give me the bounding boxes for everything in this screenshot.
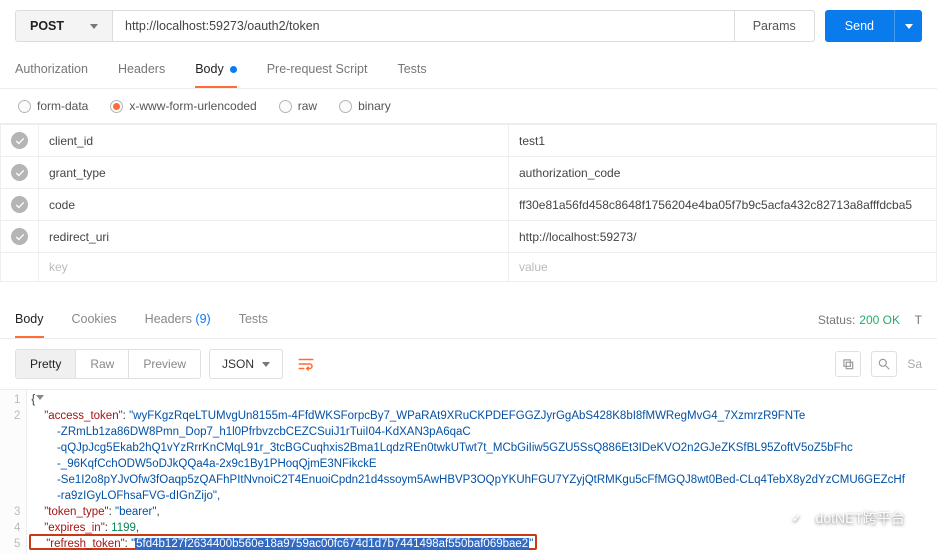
json-line: -qQJpJcg5Ekab2hQ1vYzRrrKnCMqL91r_3tcBGCu…	[31, 440, 933, 456]
resp-tab-body[interactable]: Body	[15, 302, 44, 338]
param-value[interactable]: test1	[509, 125, 937, 157]
json-line: -ZRmLb1za86DW8Pmn_Dop7_h1l0PfrbvzcbCEZCS…	[31, 424, 933, 440]
http-method-select[interactable]: POST	[15, 10, 113, 42]
radio-form-data-label: form-data	[37, 99, 88, 113]
check-icon[interactable]	[11, 164, 28, 181]
check-icon[interactable]	[11, 132, 28, 149]
resp-tab-headers-label: Headers	[145, 312, 192, 326]
json-line: -_96KqfCchODW5oDJkQQa4a-2x9c1By1PHoqQjmE…	[31, 456, 933, 472]
selected-text: 5fd4b127f2634400b560e18a9759ac00fc674d1d…	[135, 538, 529, 550]
send-button[interactable]: Send	[825, 10, 894, 42]
line-gutter: 1 2 3 4 5	[0, 390, 27, 554]
radio-urlencoded[interactable]: x-www-form-urlencoded	[110, 99, 256, 113]
watermark-text: dotNET跨平台	[816, 508, 905, 528]
param-key[interactable]: redirect_uri	[39, 221, 509, 253]
json-line: -Se1I2o8pYJvOfw3fOaqp5zQAFhPItNvnoiC2T4E…	[31, 472, 933, 488]
radio-urlencoded-label: x-www-form-urlencoded	[129, 99, 256, 113]
tab-authorization[interactable]: Authorization	[15, 52, 88, 88]
radio-icon	[110, 100, 123, 113]
body-params-table: client_id test1 grant_type authorization…	[0, 124, 937, 282]
url-input[interactable]	[113, 10, 735, 42]
format-value: JSON	[222, 357, 254, 371]
chevron-down-icon	[905, 24, 913, 29]
json-line: -ra9zIGyLOFhsaFVG-dIGnZijo",	[31, 488, 933, 504]
tab-prerequest[interactable]: Pre-request Script	[267, 52, 368, 88]
search-icon[interactable]	[871, 351, 897, 377]
radio-binary-label: binary	[358, 99, 391, 113]
json-line-highlighted: "refresh_token": "5fd4b127f2634400b560e1…	[29, 534, 537, 550]
table-row: redirect_uri http://localhost:59273/	[1, 221, 937, 253]
radio-raw-label: raw	[298, 99, 317, 113]
tab-body-label: Body	[195, 62, 224, 76]
radio-raw[interactable]: raw	[279, 99, 317, 113]
send-dropdown-button[interactable]	[894, 10, 922, 42]
param-value[interactable]: http://localhost:59273/	[509, 221, 937, 253]
radio-binary[interactable]: binary	[339, 99, 391, 113]
resp-tab-headers[interactable]: Headers (9)	[145, 302, 211, 338]
param-value-placeholder[interactable]: value	[509, 253, 937, 282]
copy-icon[interactable]	[835, 351, 861, 377]
param-value[interactable]: authorization_code	[509, 157, 937, 189]
param-key[interactable]: grant_type	[39, 157, 509, 189]
resp-headers-count: (9)	[195, 312, 210, 326]
chevron-down-icon	[262, 362, 270, 367]
wrap-lines-icon[interactable]	[291, 349, 321, 379]
radio-icon	[18, 100, 31, 113]
check-icon[interactable]	[11, 196, 28, 213]
chevron-down-icon	[90, 24, 98, 29]
param-key[interactable]: client_id	[39, 125, 509, 157]
json-line: {	[31, 392, 933, 408]
view-raw-button[interactable]: Raw	[76, 350, 129, 378]
table-row: code ff30e81a56fd458c8648f1756204e4ba05f…	[1, 189, 937, 221]
tab-headers[interactable]: Headers	[118, 52, 165, 88]
status-value: 200 OK	[859, 313, 900, 327]
response-status: Status: 200 OK T	[818, 313, 922, 327]
table-row: grant_type authorization_code	[1, 157, 937, 189]
response-body[interactable]: 1 2 3 4 5 { "access_token": "wyFKgzRqeLT…	[0, 390, 937, 554]
format-select[interactable]: JSON	[209, 349, 283, 379]
view-pretty-button[interactable]: Pretty	[16, 350, 76, 378]
save-response-label[interactable]: Sa	[907, 357, 922, 371]
table-row-new: key value	[1, 253, 937, 282]
time-abbrev: T	[915, 313, 922, 327]
view-preview-button[interactable]: Preview	[129, 350, 200, 378]
watermark: ✓ dotNET跨平台	[786, 507, 905, 529]
resp-tab-tests[interactable]: Tests	[239, 302, 268, 338]
check-icon[interactable]	[11, 228, 28, 245]
resp-tab-cookies[interactable]: Cookies	[72, 302, 117, 338]
param-value[interactable]: ff30e81a56fd458c8648f1756204e4ba05f7b9c5…	[509, 189, 937, 221]
tab-body[interactable]: Body	[195, 52, 237, 88]
param-key[interactable]: code	[39, 189, 509, 221]
view-mode-segment: Pretty Raw Preview	[15, 349, 201, 379]
table-row: client_id test1	[1, 125, 937, 157]
radio-icon	[279, 100, 292, 113]
radio-icon	[339, 100, 352, 113]
wechat-icon: ✓	[786, 507, 808, 529]
tab-tests[interactable]: Tests	[397, 52, 426, 88]
status-label: Status:	[818, 313, 855, 327]
modified-dot-icon	[230, 66, 237, 73]
http-method-value: POST	[30, 19, 64, 33]
params-button[interactable]: Params	[735, 10, 815, 42]
json-line: "access_token": "wyFKgzRqeLTUMvgUn8155m-…	[31, 408, 933, 424]
param-key-placeholder[interactable]: key	[39, 253, 509, 282]
radio-form-data[interactable]: form-data	[18, 99, 88, 113]
